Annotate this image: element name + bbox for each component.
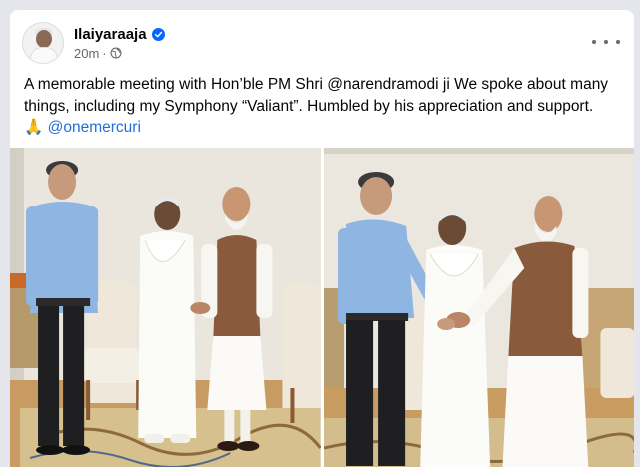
mention-link[interactable]: @onemercuri — [48, 119, 141, 136]
more-options-icon[interactable] — [592, 34, 620, 50]
separator-dot: · — [102, 45, 107, 61]
author-avatar[interactable] — [22, 22, 64, 64]
verified-badge-icon — [151, 27, 165, 41]
globe-icon — [110, 47, 122, 59]
folded-hands-emoji: 🙏 — [24, 119, 44, 136]
post-timestamp[interactable]: 20m — [74, 46, 99, 61]
post-card: Ilaiyaraaja 20m · A memorable meeting wi… — [10, 10, 634, 467]
post-header: Ilaiyaraaja 20m · — [22, 22, 165, 64]
post-body-text: A memorable meeting with Hon’ble PM Shri… — [24, 76, 609, 115]
author-row: Ilaiyaraaja — [74, 26, 165, 43]
post-meta: Ilaiyaraaja 20m · — [74, 26, 165, 61]
photo-left[interactable] — [10, 148, 321, 467]
photo-grid — [10, 148, 634, 467]
author-name[interactable]: Ilaiyaraaja — [74, 26, 147, 43]
post-sub-row: 20m · — [74, 46, 165, 61]
post-text: A memorable meeting with Hon’ble PM Shri… — [24, 74, 614, 139]
photo-right[interactable] — [323, 148, 634, 467]
